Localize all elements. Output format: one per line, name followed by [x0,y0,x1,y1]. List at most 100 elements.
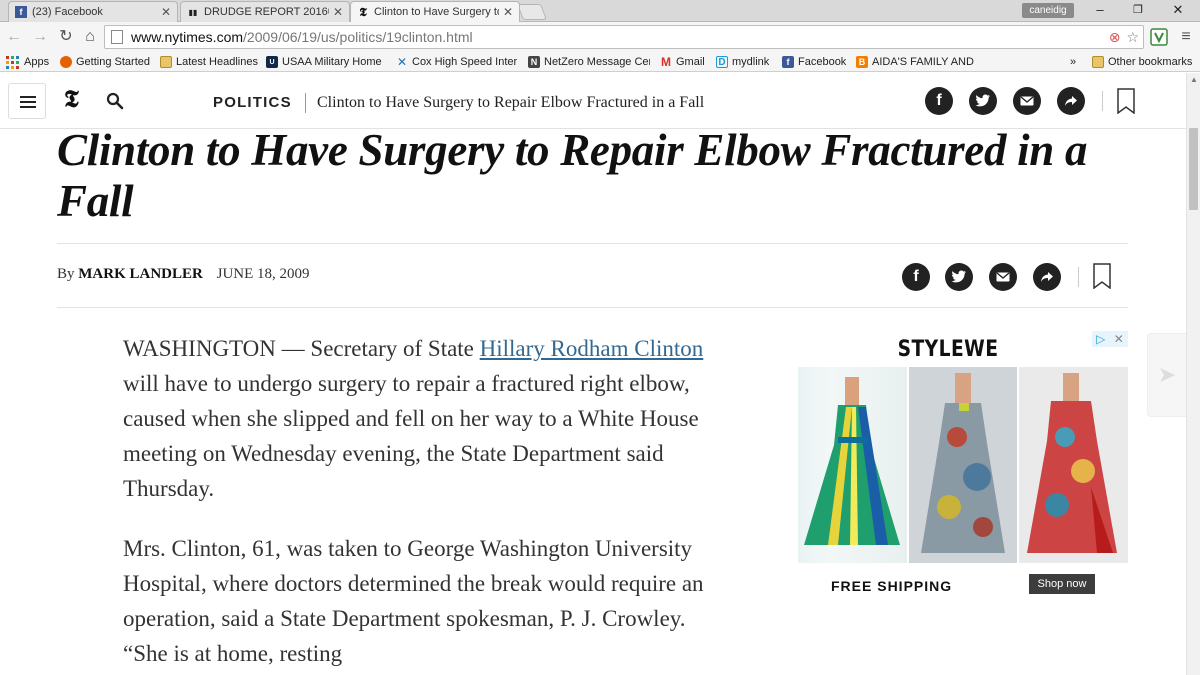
minimize-icon[interactable]: – [1080,0,1120,22]
article-paragraph: WASHINGTON — Secretary of State Hillary … [123,331,723,506]
author-name[interactable]: MARK LANDLER [78,266,203,282]
bookmark-other[interactable]: Other bookmarks [1092,54,1192,70]
facebook-share-icon[interactable]: f [902,263,930,291]
back-arrow-icon[interactable]: ← [4,27,24,47]
profile-button[interactable]: caneidig [1022,3,1074,18]
bookmark-gmail[interactable]: M Gmail [660,54,705,70]
cox-icon: ✕ [396,55,408,69]
tab-strip: f (23) Facebook ✕ ▮▮ DRUDGE REPORT 2016®… [0,0,1200,22]
byline-rule [57,307,1128,308]
firefox-icon [60,56,72,68]
forward-arrow-icon[interactable]: → [30,27,50,47]
close-window-icon[interactable]: ✕ [1158,0,1198,22]
bookmark-mydlink[interactable]: D mydlink [716,54,769,70]
gmail-icon: M [661,55,671,69]
bookmark-label: Facebook [798,56,847,68]
bookmark-label: NetZero Message Cer [544,56,650,68]
page-scrollbar[interactable]: ▲ [1186,73,1200,675]
bookmark-usaa[interactable]: U USAA Military Home [266,54,382,70]
dress-photo-floral-red [1019,367,1129,563]
browser-toolbar: ← → ↻ ⌂ www.nytimes.com/2009/06/19/us/po… [0,22,1200,52]
star-icon[interactable]: ☆ [1126,29,1139,46]
bookmark-icon[interactable] [1093,263,1111,289]
bookmark-cox[interactable]: ✕ Cox High Speed Inter [396,54,518,70]
section-label[interactable]: POLITICS [213,94,292,111]
byline: By MARK LANDLER JUNE 18, 2009 [57,266,310,283]
drudge-icon: ▮▮ [188,7,198,17]
more-share-icon[interactable] [1033,263,1061,291]
dlink-icon: D [716,56,728,68]
share-divider [1078,267,1079,287]
adchoices-icon[interactable]: ▷ ✕ [1092,331,1128,347]
twitter-share-icon[interactable] [945,263,973,291]
ad-brand-logo: STYLEWE [897,337,999,362]
dress-photo-floral-grey [908,367,1018,563]
tab-label: (23) Facebook [32,6,103,18]
bookmark-apps[interactable]: Apps [6,54,49,70]
bookmark-facebook[interactable]: f Facebook [782,54,846,70]
ad-photos [798,367,1129,563]
reload-icon[interactable]: ↻ [56,27,76,47]
article-paragraph: Mrs. Clinton, 61, was taken to George Wa… [123,536,704,666]
bookmark-icon[interactable] [1117,88,1135,114]
blogger-icon: B [856,56,868,68]
scroll-up-icon[interactable]: ▲ [1190,75,1198,84]
more-share-icon[interactable] [1057,87,1085,115]
next-article-arrow-icon[interactable]: ➤ [1147,333,1186,417]
bookmark-aidas-family[interactable]: B AIDA'S FAMILY AND F [856,54,974,70]
tab-label: DRUDGE REPORT 2016® [204,6,329,18]
blocked-icon[interactable]: ⊗ [1109,29,1121,46]
netzero-icon: N [528,56,540,68]
header-divider [305,93,306,113]
usaa-icon: U [266,56,278,68]
bookmarks-overflow-button[interactable]: » [1070,54,1076,70]
close-icon[interactable]: ✕ [333,5,343,19]
close-icon[interactable]: ✕ [161,5,171,19]
scrollbar-thumb[interactable] [1189,128,1198,210]
tab-nytimes[interactable]: 𝕿 Clinton to Have Surgery to ✕ [350,1,520,22]
nyt-icon: 𝕿 [359,4,367,19]
publish-date: JUNE 18, 2009 [216,266,310,282]
apps-grid-icon [6,55,19,69]
dress-photo-green [798,367,907,563]
bookmark-label: Gmail [676,56,705,68]
extension-shield-icon[interactable] [1150,28,1168,46]
bookmark-label: AIDA'S FAMILY AND F [872,56,974,68]
bookmark-label: USAA Military Home [282,56,382,68]
restore-icon[interactable]: ❐ [1118,0,1158,22]
bookmarks-bar: Apps Getting Started Latest Headlines U … [0,52,1200,72]
paragraph-text: WASHINGTON — Secretary of State [123,336,480,361]
facebook-share-icon[interactable]: f [925,87,953,115]
page-icon [111,30,123,44]
close-icon[interactable]: ✕ [503,5,513,19]
ad-shop-now-button[interactable]: Shop now [1029,574,1095,594]
chrome-menu-icon[interactable]: ≡ [1176,27,1196,47]
new-tab-button[interactable] [517,4,547,20]
ad-shipping-text: FREE SHIPPING [831,578,953,594]
twitter-share-icon[interactable] [969,87,997,115]
paragraph-text: will have to undergo surgery to repair a… [123,371,699,501]
folder-icon [160,56,172,68]
bookmark-getting-started[interactable]: Getting Started [60,54,152,70]
address-bar[interactable]: www.nytimes.com/2009/06/19/us/politics/1… [104,25,1144,49]
nyt-article-page: 𝕿 POLITICS Clinton to Have Surgery to Re… [0,73,1186,675]
tab-facebook[interactable]: f (23) Facebook ✕ [8,1,178,22]
bookmark-netzero[interactable]: N NetZero Message Cer [528,54,650,70]
bookmark-label: Cox High Speed Inter [412,56,518,68]
bookmark-latest-headlines[interactable]: Latest Headlines [160,54,260,70]
tab-drudge[interactable]: ▮▮ DRUDGE REPORT 2016® ✕ [180,1,350,22]
menu-button[interactable] [8,83,46,119]
headline-rule [57,243,1128,244]
bookmark-label: Latest Headlines [176,56,258,68]
url-path: /2009/06/19/us/politics/19clinton.html [243,29,473,45]
share-divider [1102,91,1103,111]
url-host: www.nytimes.com [131,29,244,45]
email-share-icon[interactable] [989,263,1017,291]
hillary-clinton-link[interactable]: Hillary Rodham Clinton [480,336,704,361]
stylewe-advertisement[interactable]: STYLEWE ▷ ✕ FREE SHIPPING Shop now [798,329,1129,601]
nyt-t-logo[interactable]: 𝕿 [64,87,79,114]
email-share-icon[interactable] [1013,87,1041,115]
home-icon[interactable]: ⌂ [80,27,100,47]
search-icon[interactable] [106,92,124,110]
article-headline: Clinton to Have Surgery to Repair Elbow … [57,125,1088,226]
